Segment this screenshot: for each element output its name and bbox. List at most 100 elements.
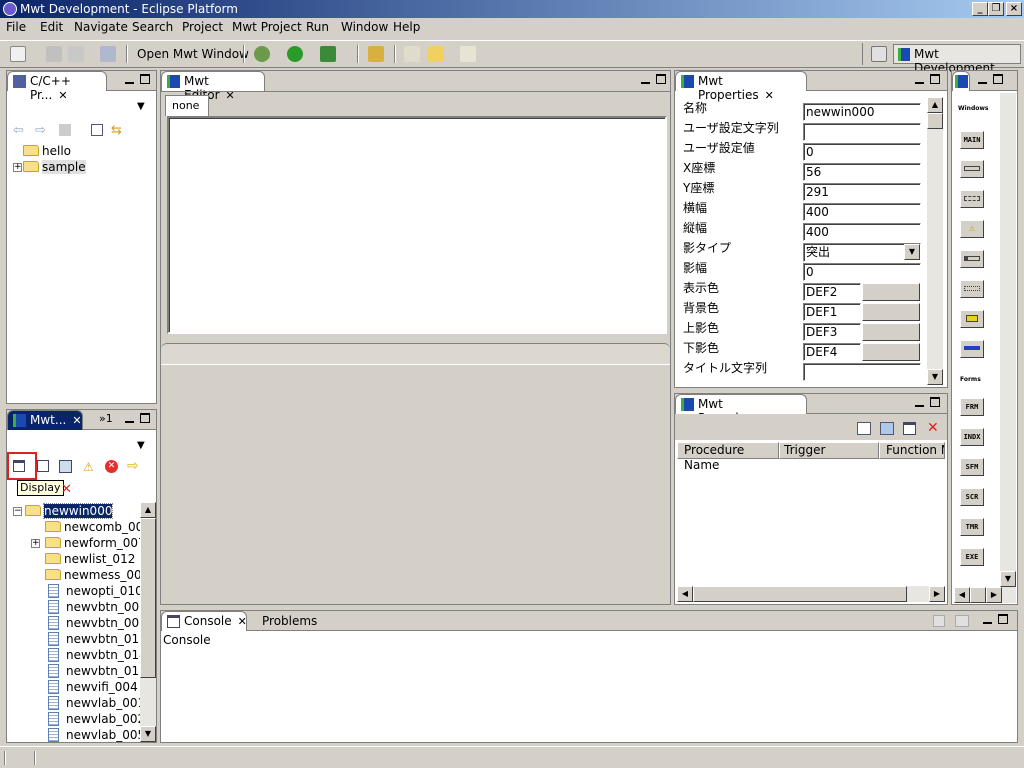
prop-bg-color-field[interactable]: DEF1	[803, 303, 861, 321]
scroll-right-icon[interactable]: ▶	[986, 587, 1002, 603]
tree-item[interactable]: newopti_010	[45, 583, 140, 599]
menu-run[interactable]: Run	[306, 20, 329, 34]
minimize-icon[interactable]	[983, 621, 992, 624]
perspective-mwt-development[interactable]: Mwt Development	[893, 44, 1021, 75]
prop-title-string-field[interactable]	[803, 363, 921, 381]
overflow-tabs[interactable]: »1	[99, 412, 113, 425]
tree-item[interactable]: newvifi_004	[45, 679, 138, 695]
palette-button-1[interactable]	[960, 160, 984, 178]
tree-scrollbar[interactable]: ▲ ▼	[140, 502, 156, 742]
prop-shadow-type-select[interactable]: 突出 ▼	[803, 243, 921, 262]
menu-search[interactable]: Search	[132, 20, 173, 34]
palette-scrollbar[interactable]: ▼	[1000, 93, 1016, 587]
prop-display-color-field[interactable]: DEF2	[803, 283, 861, 301]
delete-icon[interactable]: ✕	[61, 482, 72, 497]
tree-item[interactable]: newlist_012	[45, 551, 135, 567]
view-menu-icon[interactable]: ▼	[137, 440, 145, 451]
expand-icon[interactable]: +	[13, 163, 22, 172]
delete-icon[interactable]: ✕	[927, 420, 939, 436]
tab-mwt-properties[interactable]: Mwt Properties ✕	[675, 71, 807, 102]
scroll-left-icon[interactable]: ◀	[677, 586, 693, 602]
scroll-thumb[interactable]	[970, 587, 986, 603]
maximize-icon[interactable]	[930, 74, 940, 84]
palette-hscrollbar[interactable]: ◀ ▶	[954, 587, 1016, 603]
maximize-icon[interactable]	[140, 74, 150, 84]
close-button[interactable]: ×	[1006, 2, 1022, 16]
prop-y-field[interactable]: 291	[803, 183, 921, 201]
tree-item[interactable]: newmess_002	[45, 567, 140, 583]
palette-button-4[interactable]	[960, 250, 984, 268]
prop-user-value-field[interactable]: 0	[803, 143, 921, 161]
palette-message-icon[interactable]: ⚠	[960, 220, 984, 238]
maximize-icon[interactable]	[998, 614, 1008, 624]
prop-name-field[interactable]: newwin000	[803, 103, 921, 121]
scroll-down-icon[interactable]: ▼	[927, 369, 943, 385]
tab-none[interactable]: none	[165, 95, 209, 116]
tab-problems[interactable]: Problems	[262, 614, 317, 628]
tree-item[interactable]: newcomb_009	[45, 519, 140, 535]
binary-icon[interactable]	[100, 46, 116, 62]
save-icon[interactable]	[46, 46, 62, 62]
close-icon[interactable]: ✕	[238, 615, 247, 628]
last-edit-icon[interactable]	[404, 46, 420, 62]
display-console-icon[interactable]	[955, 615, 969, 627]
up-icon[interactable]	[59, 124, 71, 136]
minimize-icon[interactable]	[641, 81, 650, 84]
external-tools-icon[interactable]	[320, 46, 336, 62]
warning-icon[interactable]: ⚠	[83, 460, 94, 474]
tree-item-root[interactable]: newwin000	[25, 503, 114, 519]
tree-item[interactable]: newvbtn_003	[45, 615, 140, 631]
tree-item[interactable]: newvlab_005	[45, 727, 140, 742]
menu-edit[interactable]: Edit	[40, 20, 63, 34]
tree-item[interactable]: newvbtn_013	[45, 631, 140, 647]
maximize-button[interactable]: ❐	[988, 2, 1004, 16]
tree-item-sample[interactable]: sample	[23, 159, 86, 175]
open-mwt-window-button[interactable]: Open Mwt Window	[137, 47, 249, 61]
print-icon[interactable]	[68, 46, 84, 62]
new-icon[interactable]	[10, 46, 26, 62]
display-icon[interactable]	[13, 460, 25, 472]
minimize-icon[interactable]	[125, 81, 134, 84]
scroll-up-icon[interactable]: ▲	[140, 502, 156, 518]
prop-x-field[interactable]: 56	[803, 163, 921, 181]
collapse-all-icon[interactable]	[91, 124, 103, 136]
scroll-thumb[interactable]	[140, 518, 156, 678]
run-icon[interactable]	[287, 46, 303, 62]
forward-nav-icon[interactable]: ⇨	[35, 123, 46, 138]
dropdown-arrow-icon[interactable]: ▼	[904, 244, 920, 260]
back-icon[interactable]	[428, 46, 444, 62]
scroll-down-icon[interactable]: ▼	[1000, 571, 1016, 587]
tab-mwt[interactable]: Mwt... ✕	[7, 410, 83, 430]
tab-cpp-projects[interactable]: C/C++ Pr... ✕	[7, 71, 107, 102]
prop-height-field[interactable]: 400	[803, 223, 921, 241]
close-icon[interactable]: ✕	[72, 414, 81, 427]
window-icon[interactable]	[37, 460, 49, 472]
tree-item[interactable]: newvlab_002	[45, 711, 140, 727]
tab-console[interactable]: Console ✕	[161, 611, 247, 631]
pin-console-icon[interactable]	[933, 615, 945, 627]
tab-mwt-procedures[interactable]: Mwt Procedures✕	[675, 394, 807, 425]
palette-button-6[interactable]	[960, 310, 984, 328]
tree-item[interactable]: newvbtn_015	[45, 663, 140, 679]
palette-button-7[interactable]	[960, 340, 984, 358]
error-icon[interactable]: ✕	[105, 460, 118, 473]
minimize-icon[interactable]	[125, 420, 134, 423]
col-procedure-name[interactable]: Procedure Name	[677, 442, 779, 472]
hierarchy-icon[interactable]	[59, 460, 72, 473]
palette-button-5[interactable]	[960, 280, 984, 298]
go-icon[interactable]: ⇨	[127, 458, 139, 474]
edit-procedure-icon[interactable]	[880, 422, 894, 435]
prop-shadow-width-field[interactable]: 0	[803, 263, 921, 281]
display-color-button[interactable]	[862, 283, 920, 301]
scroll-right-icon[interactable]: ▶	[929, 586, 945, 602]
pen-icon[interactable]	[368, 46, 384, 62]
bg-color-button[interactable]	[862, 303, 920, 321]
close-icon[interactable]: ✕	[58, 89, 67, 102]
bottom-shadow-color-button[interactable]	[862, 343, 920, 361]
prop-width-field[interactable]: 400	[803, 203, 921, 221]
minimize-icon[interactable]	[915, 404, 924, 407]
minimize-icon[interactable]	[915, 81, 924, 84]
window-icon[interactable]	[903, 422, 916, 435]
view-menu-icon[interactable]: ▼	[137, 101, 145, 112]
palette-timer[interactable]: TMR	[960, 518, 984, 536]
